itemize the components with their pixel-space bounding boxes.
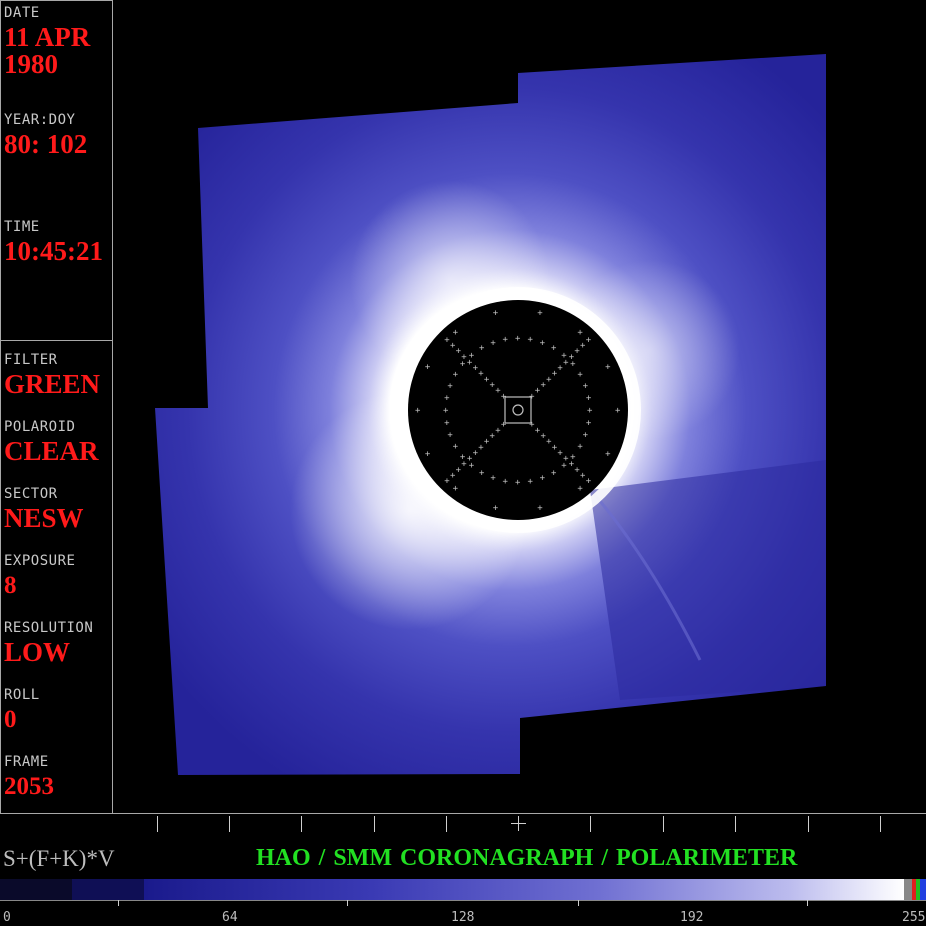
scale-label-255: 255	[902, 910, 926, 925]
svg-text:+: +	[484, 375, 490, 385]
svg-text:+: +	[425, 363, 431, 373]
svg-text:+: +	[577, 442, 583, 452]
svg-text:+: +	[537, 503, 543, 513]
svg-text:+: +	[450, 471, 456, 481]
svg-text:+: +	[460, 360, 466, 370]
svg-text:+: +	[469, 461, 475, 471]
svg-text:+: +	[493, 503, 499, 513]
svg-text:+: +	[456, 347, 462, 357]
svg-text:+: +	[586, 335, 592, 345]
svg-text:+: +	[577, 484, 583, 494]
svg-text:+: +	[577, 328, 583, 338]
svg-text:+: +	[570, 452, 576, 462]
svg-text:+: +	[443, 406, 449, 416]
svg-text:+: +	[570, 360, 576, 370]
svg-text:+: +	[561, 461, 567, 471]
svg-text:+: +	[478, 443, 484, 453]
svg-text:+: +	[479, 344, 485, 354]
svg-text:+: +	[583, 381, 589, 391]
svg-text:+: +	[473, 448, 479, 458]
svg-text:+: +	[502, 335, 508, 345]
center-cross-icon	[511, 816, 526, 831]
scale-label-128: 128	[451, 910, 475, 925]
color-scale-bar	[0, 879, 926, 900]
svg-text:+: +	[453, 370, 459, 380]
svg-text:+: +	[501, 420, 507, 430]
svg-text:+: +	[490, 381, 496, 391]
svg-text:+: +	[425, 449, 431, 459]
svg-text:+: +	[453, 442, 459, 452]
svg-text:+: +	[473, 364, 479, 374]
svg-text:+: +	[605, 449, 611, 459]
svg-text:+: +	[478, 369, 484, 379]
svg-text:+: +	[495, 426, 501, 436]
coronagraph-image: +++ ++++ ++++ ++++ ++++ ++++ ++++ ++++ ++++ ++++ +…	[155, 54, 826, 775]
svg-text:+: +	[561, 351, 567, 361]
svg-text:+: +	[490, 474, 496, 484]
svg-text:+: +	[551, 468, 557, 478]
svg-text:+: +	[453, 328, 459, 338]
instrument-title: HAO / SMM CORONAGRAPH / POLARIMETER	[256, 845, 798, 871]
svg-text:+: +	[450, 341, 456, 351]
svg-text:+: +	[502, 477, 508, 487]
svg-text:+: +	[605, 363, 611, 373]
svg-text:+: +	[447, 381, 453, 391]
scale-label-64: 64	[222, 910, 238, 925]
svg-text:+: +	[484, 437, 490, 447]
svg-text:+: +	[456, 465, 462, 475]
svg-text:+: +	[540, 338, 546, 348]
svg-text:+: +	[493, 309, 499, 319]
svg-text:+: +	[583, 431, 589, 441]
svg-text:+: +	[537, 309, 543, 319]
svg-text:+: +	[490, 431, 496, 441]
svg-text:+: +	[515, 478, 521, 488]
svg-text:+: +	[551, 344, 557, 354]
svg-text:+: +	[453, 484, 459, 494]
svg-text:+: +	[415, 406, 421, 416]
svg-text:+: +	[444, 335, 450, 345]
svg-text:+: +	[469, 351, 475, 361]
svg-text:+: +	[615, 406, 621, 416]
svg-text:+: +	[444, 477, 450, 487]
svg-text:+: +	[495, 386, 501, 396]
svg-text:+: +	[490, 338, 496, 348]
svg-text:+: +	[528, 335, 534, 345]
processing-formula: S+(F+K)*V	[3, 846, 115, 871]
svg-text:+: +	[444, 393, 450, 403]
svg-text:+: +	[528, 477, 534, 487]
svg-text:+: +	[540, 474, 546, 484]
footer-top-border	[0, 813, 926, 814]
svg-text:+: +	[577, 370, 583, 380]
scale-label-192: 192	[680, 910, 704, 925]
svg-text:+: +	[447, 431, 453, 441]
svg-text:+: +	[586, 477, 592, 487]
svg-text:+: +	[444, 419, 450, 429]
svg-text:+: +	[515, 334, 521, 344]
svg-text:+: +	[460, 452, 466, 462]
svg-text:+: +	[586, 419, 592, 429]
svg-text:+: +	[587, 406, 593, 416]
scale-label-0: 0	[3, 910, 11, 925]
svg-text:+: +	[479, 468, 485, 478]
svg-text:+: +	[586, 393, 592, 403]
